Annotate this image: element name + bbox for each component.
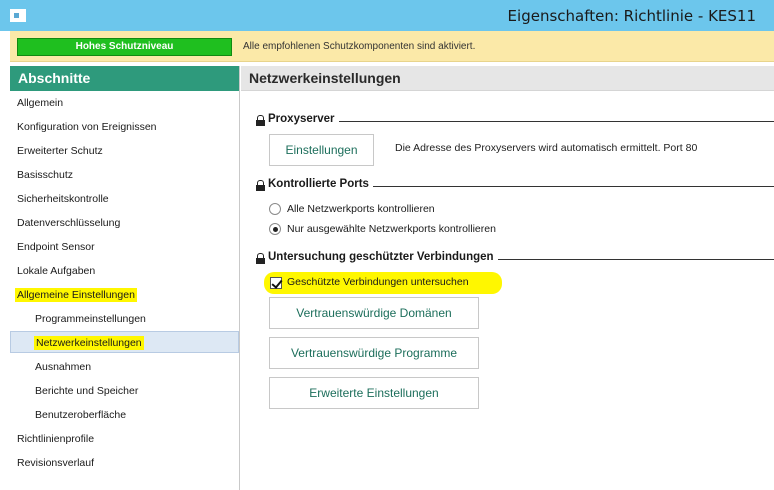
sidebar-item-lokale-aufgaben[interactable]: Lokale Aufgaben xyxy=(10,260,239,282)
sidebar-item-datenverschluesselung[interactable]: Datenverschlüsselung xyxy=(10,212,239,234)
lock-icon[interactable] xyxy=(256,115,265,126)
radio-button-checked[interactable] xyxy=(269,223,281,235)
sidebar-item-programmeinstellungen[interactable]: Programmeinstellungen xyxy=(10,308,239,330)
sections-sidebar: Abschnitte Allgemein Konfiguration von E… xyxy=(10,66,240,490)
radio-label: Nur ausgewählte Netzwerkports kontrollie… xyxy=(287,223,496,235)
radio-label: Alle Netzwerkports kontrollieren xyxy=(287,203,435,215)
section-proxyserver: Proxyserver xyxy=(256,113,774,129)
sidebar-item-allgemeine-einstellungen[interactable]: Allgemeine Einstellungen xyxy=(10,284,239,306)
sidebar-item-ausnahmen[interactable]: Ausnahmen xyxy=(10,356,239,378)
lock-icon[interactable] xyxy=(256,253,265,264)
section-secure-connections: Untersuchung geschützter Verbindungen xyxy=(256,251,774,267)
title-bar: Eigenschaften: Richtlinie - KES11 xyxy=(0,0,774,31)
checkbox-label: Geschützte Verbindungen untersuchen xyxy=(287,276,469,288)
sidebar-header: Abschnitte xyxy=(10,66,239,91)
sidebar-item-basisschutz[interactable]: Basisschutz xyxy=(10,164,239,186)
status-banner: Hohes Schutzniveau Alle empfohlenen Schu… xyxy=(10,31,774,62)
protection-level-badge: Hohes Schutzniveau xyxy=(17,38,232,56)
sidebar-item-endpoint-sensor[interactable]: Endpoint Sensor xyxy=(10,236,239,258)
advanced-settings-button[interactable]: Erweiterte Einstellungen xyxy=(269,377,479,409)
radio-button[interactable] xyxy=(269,203,281,215)
lock-icon[interactable] xyxy=(256,180,265,191)
sidebar-item-berichte-speicher[interactable]: Berichte und Speicher xyxy=(10,380,239,402)
page-title: Netzwerkeinstellungen xyxy=(249,70,401,86)
section-ports: Kontrollierte Ports xyxy=(256,178,774,194)
scan-secure-connections-checkbox[interactable] xyxy=(270,277,282,289)
content-header: Netzwerkeinstellungen xyxy=(241,66,774,91)
sidebar-item-allgemein[interactable]: Allgemein xyxy=(10,92,239,114)
sidebar-item-konfiguration-ereignisse[interactable]: Konfiguration von Ereignissen xyxy=(10,116,239,138)
sidebar-item-benutzeroberflaeche[interactable]: Benutzeroberfläche xyxy=(10,404,239,426)
trusted-domains-button[interactable]: Vertrauenswürdige Domänen xyxy=(269,297,479,329)
section-title-ports: Kontrollierte Ports xyxy=(268,178,373,190)
sidebar-item-erweiterter-schutz[interactable]: Erweiterter Schutz xyxy=(10,140,239,162)
window-title: Eigenschaften: Richtlinie - KES11 xyxy=(507,7,756,25)
sidebar-item-richtlinienprofile[interactable]: Richtlinienprofile xyxy=(10,428,239,450)
trusted-programs-button[interactable]: Vertrauenswürdige Programme xyxy=(269,337,479,369)
sidebar-item-netzwerkeinstellungen[interactable]: Netzwerkeinstellungen xyxy=(10,331,239,353)
proxy-note: Die Adresse des Proxyservers wird automa… xyxy=(395,142,698,154)
sidebar-item-sicherheitskontrolle[interactable]: Sicherheitskontrolle xyxy=(10,188,239,210)
section-title-secure-connections: Untersuchung geschützter Verbindungen xyxy=(268,251,498,263)
sidebar-item-revisionsverlauf[interactable]: Revisionsverlauf xyxy=(10,452,239,474)
section-divider xyxy=(268,121,774,122)
section-title-proxyserver: Proxyserver xyxy=(268,113,339,125)
scan-secure-connections-option[interactable]: Geschützte Verbindungen untersuchen xyxy=(264,272,502,294)
status-message: Alle empfohlenen Schutzkomponenten sind … xyxy=(243,41,476,52)
window-icon[interactable] xyxy=(10,9,26,22)
proxy-settings-button[interactable]: Einstellungen xyxy=(269,134,374,166)
